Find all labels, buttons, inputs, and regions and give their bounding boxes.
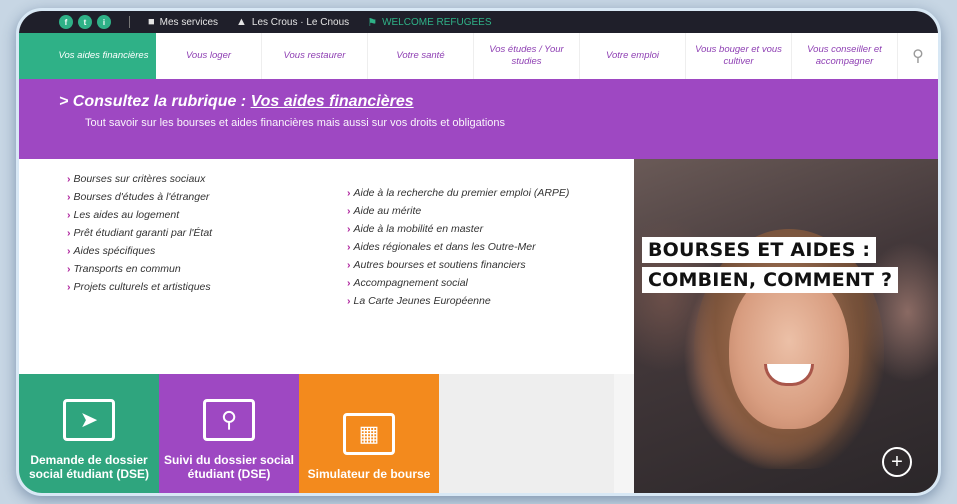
dse-request-label: Demande de dossier social étudiant (DSE) [28,453,150,481]
welcome-refugees-label: WELCOME REFUGEES [382,16,492,28]
aid-link[interactable]: › Aide à la mobilité en master [347,223,569,235]
my-services-link[interactable]: ■ Mes services [148,16,218,28]
nav-item-conseiller-accompagner[interactable]: Vous conseiller et accompagner [792,33,898,79]
content-area: › Bourses sur critères sociaux › Bourses d… [19,159,938,493]
promo-headline: BOURSES ET AIDES : COMBIEN, COMMENT ? [642,237,902,297]
expand-button[interactable]: + [882,447,912,477]
banner-title: > Consultez la rubrique : Vos aides fina… [59,93,938,111]
aid-link-label: Autres bourses et soutiens financiers [353,259,526,271]
chevron-right-icon: › [347,223,351,235]
chevron-right-icon: › [67,281,71,293]
social-links: f t i [59,15,111,29]
aid-links-panel: › Bourses sur critères sociaux › Bourses d… [19,159,634,374]
aid-link-label: Projets culturels et artistiques [73,281,211,293]
aid-link[interactable]: › Bourses d'études à l'étranger [67,191,347,203]
nav-item-etudes[interactable]: Vos études / Your studies [474,33,580,79]
nav-item-sante[interactable]: Votre santé [368,33,474,79]
simulator-tile[interactable]: ▦ Simulateur de bourse [299,374,439,493]
aid-link-label: Les aides au logement [73,209,180,221]
main-nav: Vos aides financières Vous loger Vous re… [19,33,938,79]
dse-follow-tile[interactable]: ⚲ Suivi du dossier social étudiant (DSE) [159,374,299,493]
aid-link-label: Bourses d'études à l'étranger [73,191,210,203]
chevron-right-icon: › [347,187,351,199]
action-tiles: ➤ Demande de dossier social étudiant (DS… [19,374,614,493]
welcome-icon: ⚑ [367,16,378,29]
folder-search-icon: ⚲ [203,399,255,441]
aid-link[interactable]: › Aides régionales et dans les Outre-Mer [347,241,569,253]
dse-request-tile[interactable]: ➤ Demande de dossier social étudiant (DS… [19,374,159,493]
facebook-icon[interactable]: f [59,15,73,29]
search-button[interactable]: ⚲ [898,33,938,79]
aid-link[interactable]: › Prêt étudiant garanti par l'État [67,227,347,239]
browser-frame: f t i ■ Mes services ▲ Les Crous · Le Cn… [16,8,941,496]
empty-tile [439,374,614,493]
divider [129,16,130,28]
nav-item-se-restaurer[interactable]: Vous restaurer [262,33,368,79]
chevron-right-icon: › [347,241,351,253]
twitter-icon[interactable]: t [78,15,92,29]
chevron-right-icon: › [347,295,351,307]
aid-link-label: Aides spécifiques [73,245,156,257]
top-utility-bar: f t i ■ Mes services ▲ Les Crous · Le Cn… [19,11,938,33]
aid-link[interactable]: › Les aides au logement [67,209,347,221]
aid-link-label: Aides régionales et dans les Outre-Mer [353,241,536,253]
promo-photo-panel[interactable]: BOURSES ET AIDES : COMBIEN, COMMENT ? + [634,159,938,493]
nav-item-bouger-cultiver[interactable]: Vous bouger et vous cultiver [686,33,792,79]
nav-items: Vos aides financières Vous loger Vous re… [51,33,898,79]
aid-links-right: › Aide à la recherche du premier emploi (… [347,173,569,374]
services-icon: ■ [148,16,155,28]
aid-link[interactable]: › La Carte Jeunes Européenne [347,295,569,307]
chevron-right-icon: › [67,209,71,221]
chevron-right-icon: › [67,245,71,257]
chevron-right-icon: › [67,263,71,275]
section-banner: > Consultez la rubrique : Vos aides fina… [19,79,938,159]
crous-icon: ▲ [236,16,247,28]
my-services-label: Mes services [159,16,219,28]
aid-link-label: Aide à la mobilité en master [353,223,484,235]
aid-link-label: Prêt étudiant garanti par l'État [73,227,213,239]
simulator-label: Simulateur de bourse [307,467,431,481]
search-icon: ⚲ [912,48,924,65]
aid-link-label: Transports en commun [73,263,181,275]
chevron-right-icon: › [67,191,71,203]
calculator-icon: ▦ [343,413,395,455]
nav-item-aides-financieres[interactable]: Vos aides financières [51,33,156,79]
chevron-right-icon: › [347,205,351,217]
promo-line-2: COMBIEN, COMMENT ? [642,267,899,293]
aid-link-label: La Carte Jeunes Européenne [353,295,491,307]
nav-item-emploi[interactable]: Votre emploi [580,33,686,79]
nav-item-se-loger[interactable]: Vous loger [156,33,262,79]
chevron-right-icon: › [67,227,71,239]
dse-follow-label: Suivi du dossier social étudiant (DSE) [163,453,295,481]
aid-link-label: Accompagnement social [353,277,468,289]
crous-link[interactable]: ▲ Les Crous · Le Cnous [236,16,349,28]
welcome-refugees-link[interactable]: ⚑ WELCOME REFUGEES [367,16,491,29]
chevron-right-icon: › [347,259,351,271]
promo-line-1: BOURSES ET AIDES : [642,237,877,263]
folder-cursor-icon: ➤ [63,399,115,441]
aid-link[interactable]: › Aide au mérite [347,205,569,217]
aid-link[interactable]: › Accompagnement social [347,277,569,289]
chevron-right-icon: › [347,277,351,289]
banner-link[interactable]: Vos aides financières [251,93,414,110]
aid-link[interactable]: › Transports en commun [67,263,347,275]
aid-link-label: Aide à la recherche du premier emploi (A… [353,187,570,199]
aid-link-label: Bourses sur critères sociaux [73,173,206,185]
aid-link[interactable]: › Autres bourses et soutiens financiers [347,259,569,271]
aid-link[interactable]: › Projets culturels et artistiques [67,281,347,293]
plus-icon: + [891,450,903,473]
aid-link-label: Aide au mérite [353,205,422,217]
banner-prefix: > Consultez la rubrique : [59,93,251,110]
aid-links-left: › Bourses sur critères sociaux › Bourses d… [67,173,347,374]
crous-label: Les Crous · Le Cnous [251,16,350,28]
aid-link[interactable]: › Aides spécifiques [67,245,347,257]
chevron-right-icon: › [67,173,71,185]
banner-subtitle: Tout savoir sur les bourses et aides fin… [85,117,506,129]
instagram-icon[interactable]: i [97,15,111,29]
aid-link[interactable]: › Bourses sur critères sociaux [67,173,347,185]
aid-link[interactable]: › Aide à la recherche du premier emploi (… [347,187,569,199]
